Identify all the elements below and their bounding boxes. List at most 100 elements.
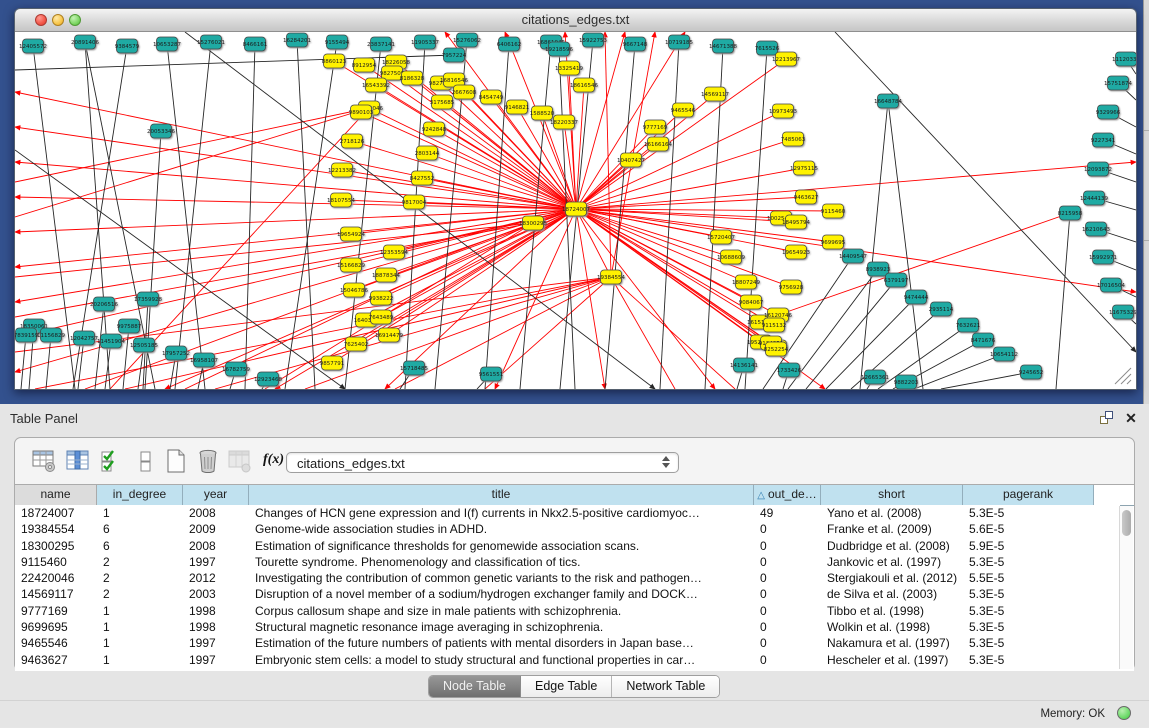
graph-node[interactable]: 8912954 [352, 58, 377, 72]
float-panel-icon[interactable] [1098, 410, 1116, 426]
graph-node[interactable]: 9465546 [671, 103, 696, 117]
graph-node[interactable]: 10654112 [990, 347, 1018, 361]
network-view-window[interactable]: citations_edges.txt 18724007124055722089… [14, 8, 1137, 390]
graph-edge[interactable] [576, 209, 715, 389]
graph-node[interactable]: 9777169 [643, 120, 668, 134]
graph-node[interactable]: 8427552 [410, 171, 435, 185]
graph-edge[interactable] [605, 32, 611, 277]
graph-edge[interactable] [1056, 213, 1070, 389]
graph-node[interactable]: 9474444 [904, 290, 929, 304]
graph-edge[interactable] [611, 277, 735, 389]
graph-node[interactable]: 8252254 [764, 342, 789, 356]
graph-node[interactable]: 18107554 [327, 193, 355, 207]
graph-node[interactable]: 16914479 [375, 328, 403, 342]
graph-node[interactable]: 9975887 [117, 319, 142, 333]
graph-node[interactable]: 18724007 [562, 202, 590, 216]
delete-table-icon[interactable] [195, 448, 221, 474]
graph-node[interactable]: 8454749 [479, 90, 504, 104]
graph-edge[interactable] [878, 325, 968, 389]
graph-node[interactable]: 9561551 [479, 367, 504, 381]
graph-node[interactable]: 16958107 [190, 353, 218, 367]
graph-node[interactable]: 14569117 [701, 87, 729, 101]
graph-node[interactable]: 9115132 [762, 318, 787, 332]
graph-node[interactable]: 11905337 [411, 35, 439, 49]
graph-node[interactable]: 2935114 [929, 302, 954, 316]
graph-node[interactable]: 16648784 [874, 94, 902, 108]
tab-edge-table[interactable]: Edge Table [521, 676, 612, 697]
graph-node[interactable]: 10719185 [665, 35, 693, 49]
select-all-rows-icon[interactable] [99, 448, 125, 474]
graph-node[interactable]: 19654923 [782, 245, 810, 259]
graph-edge[interactable] [860, 101, 888, 389]
graph-node[interactable]: 11156829 [37, 328, 65, 342]
deselect-all-rows-icon[interactable] [133, 448, 159, 474]
graph-node[interactable]: 18616546 [570, 78, 598, 92]
graph-node[interactable]: 12444139 [1080, 191, 1108, 205]
graph-node[interactable]: 8215958 [1058, 206, 1083, 220]
graph-edge[interactable] [576, 144, 658, 209]
graph-node[interactable]: 12505185 [130, 338, 158, 352]
scrollbar-thumb[interactable] [1122, 510, 1131, 536]
graph-node[interactable]: 9146821 [505, 100, 530, 114]
graph-node[interactable]: 7625402 [344, 337, 369, 351]
graph-node[interactable]: 14409547 [839, 249, 867, 263]
graph-node[interactable]: 8466161 [243, 37, 268, 51]
graph-node[interactable]: 15276062 [453, 33, 481, 47]
graph-node[interactable]: 17359928 [134, 292, 162, 306]
graph-edge[interactable] [941, 372, 1031, 389]
graph-node[interactable]: 14671388 [709, 39, 737, 53]
tab-node-table[interactable]: Node Table [429, 676, 521, 697]
graph-node[interactable]: 9084067 [739, 295, 764, 309]
graph-node[interactable]: 15046786 [340, 283, 368, 297]
graph-edge[interactable] [914, 354, 1004, 389]
graph-node[interactable]: 11120337 [1112, 52, 1136, 66]
graph-node[interactable]: 20053346 [147, 124, 175, 138]
graph-node[interactable]: 9242848 [422, 122, 447, 136]
graph-node[interactable]: 16210643 [1082, 222, 1110, 236]
vertical-scrollbar[interactable] [1119, 506, 1133, 669]
graph-node[interactable]: 15992971 [1089, 250, 1117, 264]
graph-node[interactable]: 12353594 [380, 245, 408, 259]
graph-node[interactable]: 9384579 [115, 39, 140, 53]
graph-edge[interactable] [576, 209, 605, 389]
graph-node[interactable]: 11451904 [97, 334, 125, 348]
graph-node[interactable]: 18300295 [519, 216, 547, 230]
table-row[interactable]: 1872400712008Changes of HCN gene express… [15, 505, 1120, 521]
graph-node[interactable]: 7957224 [442, 48, 467, 62]
column-header-short[interactable]: short [821, 485, 963, 505]
graph-node[interactable]: 18878344 [372, 268, 400, 282]
graph-node[interactable]: 7485063 [781, 132, 806, 146]
graph-edge[interactable] [15, 197, 576, 209]
graph-edge[interactable] [78, 338, 84, 389]
graph-node[interactable]: 15166829 [337, 258, 365, 272]
graph-node[interactable]: 15720407 [707, 230, 735, 244]
column-header-in_degree[interactable]: in_degree [97, 485, 183, 505]
graph-edge[interactable] [21, 335, 26, 389]
graph-edge[interactable] [167, 44, 205, 389]
graph-node[interactable]: 15276021 [197, 35, 225, 49]
table-row[interactable]: 911546021997Tourette syndrome. Phenomeno… [15, 554, 1120, 570]
column-header-year[interactable]: year [183, 485, 249, 505]
graph-node[interactable]: 12213967 [772, 52, 800, 66]
graph-node[interactable]: 20206516 [90, 297, 118, 311]
graph-node[interactable]: 9115460 [821, 204, 846, 218]
graph-node[interactable]: 8186328 [400, 71, 425, 85]
column-header-name[interactable]: name [15, 485, 97, 505]
graph-node[interactable]: 12665361 [861, 370, 889, 384]
graph-node[interactable]: 16782759 [222, 362, 250, 376]
graph-node[interactable]: 10688609 [717, 250, 745, 264]
close-panel-icon[interactable]: ✕ [1122, 410, 1140, 426]
graph-node[interactable]: 9699695 [821, 235, 846, 249]
graph-node[interactable]: 9245652 [1019, 365, 1044, 379]
graph-node[interactable]: 16166164 [644, 137, 672, 151]
graph-node[interactable]: 3175685 [430, 95, 455, 109]
graph-node[interactable]: 16543392 [362, 78, 390, 92]
graph-node[interactable]: 16284201 [283, 33, 311, 47]
graph-node[interactable]: 12042757 [70, 331, 98, 345]
table-row[interactable]: 946362711997Embryonic stem cells: a mode… [15, 652, 1120, 668]
graph-node[interactable]: 1733426 [777, 363, 802, 377]
graph-node[interactable]: 9155494 [325, 35, 350, 49]
graph-node[interactable]: 6406162 [497, 37, 522, 51]
graph-node[interactable]: 2803144 [415, 146, 440, 160]
graph-node[interactable]: 23837141 [367, 37, 395, 51]
